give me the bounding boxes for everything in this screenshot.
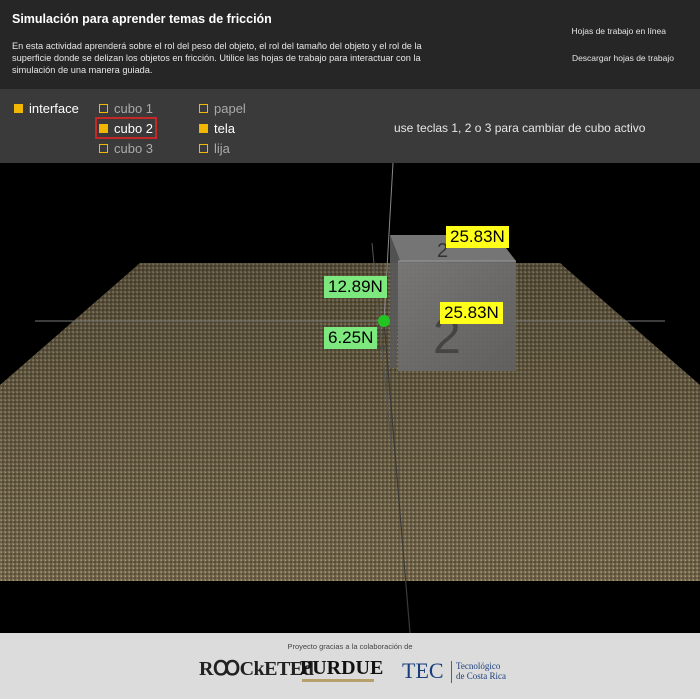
interface-label: interface xyxy=(29,100,79,116)
tec-subtitle-line-1: Tecnológico xyxy=(456,661,501,671)
surface-papel-option[interactable]: papel xyxy=(199,99,246,117)
cube-3-label: cubo 3 xyxy=(114,140,154,156)
worksheets-online-link[interactable]: Hojas de trabajo en línea xyxy=(571,26,666,36)
checkbox-icon xyxy=(199,143,208,153)
header: Simulación para aprender temas de fricci… xyxy=(0,0,700,89)
surface-papel-label: papel xyxy=(214,100,246,116)
surface-tela-option[interactable]: tela xyxy=(199,119,235,137)
surface-tela-label: tela xyxy=(214,120,235,136)
scene-svg: 2 2 xyxy=(0,163,700,633)
checkbox-icon xyxy=(199,103,208,113)
keyboard-hint: use teclas 1, 2 o 3 para cambiar de cubo… xyxy=(394,121,646,135)
force-label-top: 25.83N xyxy=(446,226,509,248)
surface-lija-option[interactable]: lija xyxy=(199,139,230,157)
cube-3-option[interactable]: cubo 3 xyxy=(99,139,153,157)
download-worksheets-link[interactable]: Descargar hojas de trabajo xyxy=(572,53,674,63)
cube-2-label: cubo 2 xyxy=(114,120,154,136)
surface-lija-label: lija xyxy=(214,140,230,156)
checkbox-icon xyxy=(199,123,208,133)
force-label-side: 25.83N xyxy=(440,302,503,324)
page-description: En esta actividad aprenderá sobre el rol… xyxy=(12,41,422,75)
footer: Proyecto gracias a la colaboración de RꝎ… xyxy=(0,633,700,699)
tec-logo-subtitle: Tecnológico de Costa Rica xyxy=(456,661,506,681)
surface-shading xyxy=(0,263,700,581)
credit-text: Proyecto gracias a la colaboración de xyxy=(287,642,413,651)
cube-2-option[interactable]: cubo 2 xyxy=(94,117,158,139)
checkbox-icon xyxy=(99,123,108,133)
tec-subtitle-line-2: de Costa Rica xyxy=(456,671,506,681)
force-label-lower-left: 6.25N xyxy=(324,327,378,349)
interface-toggle[interactable]: interface xyxy=(14,99,79,117)
rocketed-logo: RꝎCkETEd xyxy=(199,658,314,680)
force-label-upper-left: 12.89N xyxy=(324,276,387,298)
origin-marker-icon xyxy=(378,315,390,327)
purdue-logo-underline xyxy=(302,679,374,682)
checkbox-icon xyxy=(99,143,108,153)
page-title: Simulación para aprender temas de fricci… xyxy=(12,12,272,26)
purdue-logo: PURDUE xyxy=(300,657,384,679)
cube-1-option[interactable]: cubo 1 xyxy=(99,99,153,117)
checkbox-icon xyxy=(99,103,108,113)
checkbox-icon xyxy=(14,103,23,113)
tec-logo: TEC xyxy=(402,658,444,683)
tec-logo-divider xyxy=(451,661,452,683)
cube-1-label: cubo 1 xyxy=(114,100,154,116)
simulation-canvas[interactable]: 2 2 25.83N 25.83N 12.89N 6.25N xyxy=(0,163,700,633)
